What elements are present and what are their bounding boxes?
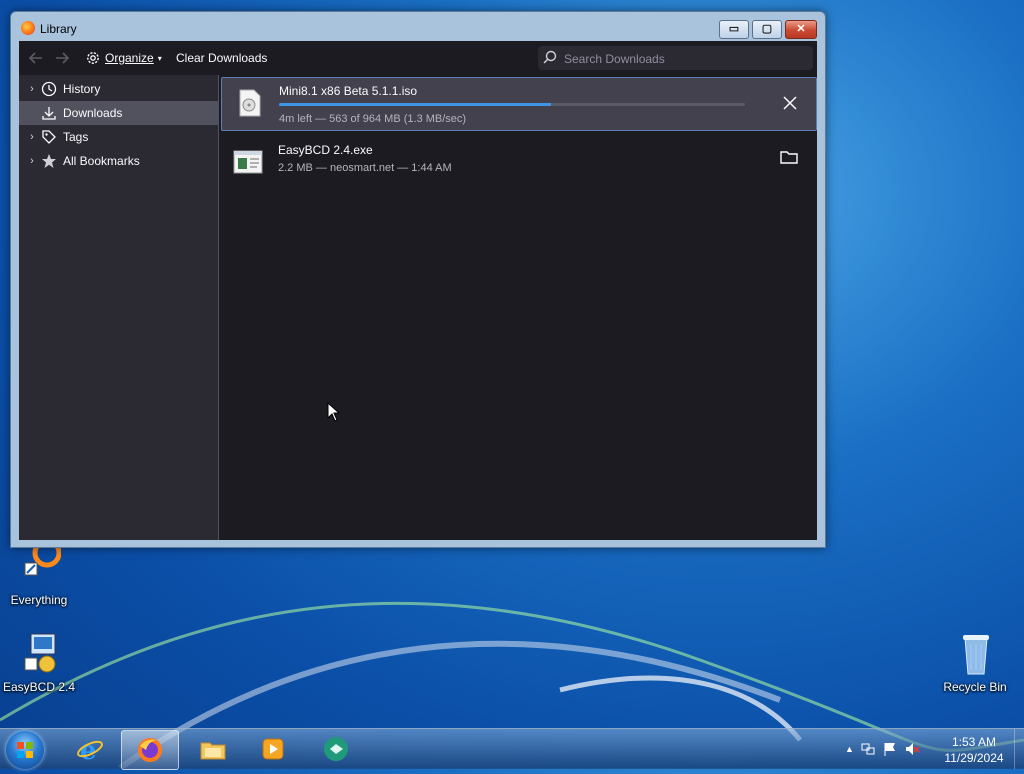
desktop-icon-label: EasyBCD 2.4 (2, 680, 76, 694)
clock-icon (41, 81, 57, 97)
start-button[interactable] (6, 731, 44, 769)
taskbar-app-file-explorer[interactable] (185, 730, 241, 768)
sidebar-item-all-bookmarks[interactable]: › All Bookmarks (19, 149, 218, 173)
arrow-right-icon (56, 52, 70, 64)
network-icon[interactable] (860, 741, 876, 757)
action-center-flag-icon[interactable] (882, 741, 898, 757)
close-button[interactable]: ✕ (785, 20, 817, 39)
search-input[interactable] (562, 46, 806, 72)
organize-label: Organize (105, 51, 154, 65)
taskbar-app-firefox[interactable] (121, 730, 179, 770)
file-explorer-icon (200, 742, 226, 760)
chevron-right-icon[interactable]: › (25, 83, 39, 95)
clear-downloads-button[interactable]: Clear Downloads (176, 51, 267, 65)
sidebar-item-label: All Bookmarks (63, 154, 140, 168)
desktop-icon-everything[interactable]: Everything (0, 538, 79, 607)
download-progress-bar (279, 103, 745, 106)
maximize-icon: ▢ (761, 23, 773, 35)
volume-muted-icon[interactable] (904, 741, 920, 757)
organize-button[interactable]: Organize ▾ (85, 49, 162, 67)
sidebar-item-label: Downloads (63, 106, 123, 120)
download-status: 2.2 MB — neosmart.net — 1:44 AM (278, 162, 452, 174)
taskbar: e ▲ 1:53 AM 11/29/2024 (0, 728, 1024, 770)
download-icon (42, 107, 56, 120)
easybcd-icon (324, 737, 348, 761)
back-button[interactable] (27, 49, 45, 67)
taskbar-app-easybcd[interactable] (308, 730, 364, 768)
download-status: 4m left — 563 of 964 MB (1.3 MB/sec) (279, 113, 467, 125)
taskbar-app-internet-explorer[interactable]: e (62, 730, 118, 768)
tag-icon (42, 130, 56, 144)
search-icon (543, 50, 557, 64)
sidebar-item-downloads[interactable]: Downloads (19, 101, 218, 125)
minimize-icon: ▭ (728, 23, 740, 35)
star-icon (42, 154, 56, 168)
download-progress-fill (279, 103, 552, 106)
clock-time: 1:53 AM (951, 735, 997, 749)
library-client: Organize ▾ Clear Downloads › History Dow… (19, 41, 817, 540)
desktop-icon-easybcd[interactable]: EasyBCD 2.4 (0, 632, 79, 694)
sidebar-item-label: Tags (63, 130, 89, 144)
library-window: Library ▭ ▢ ✕ Organize ▾ Clear Downloads (10, 11, 826, 548)
open-folder-button[interactable] (779, 147, 799, 167)
library-sidebar: › History Downloads › Tags › All Bookmar… (19, 75, 219, 540)
media-player-icon (262, 738, 284, 760)
system-tray: ▲ (845, 739, 920, 759)
search-box[interactable] (538, 46, 813, 72)
exe-file-icon (233, 150, 263, 174)
sidebar-item-history[interactable]: › History (19, 77, 218, 101)
mouse-cursor-icon (327, 402, 341, 422)
recycle-bin-icon (953, 632, 997, 676)
close-icon: ✕ (796, 23, 806, 35)
show-desktop-button[interactable] (1014, 729, 1024, 769)
clock-date: 11/29/2024 (944, 751, 1004, 765)
minimize-button[interactable]: ▭ (719, 20, 749, 39)
folder-icon (780, 151, 798, 164)
library-toolbar: Organize ▾ Clear Downloads (19, 41, 817, 75)
download-item[interactable]: Mini8.1 x86 Beta 5.1.1.iso 4m left — 563… (221, 77, 817, 131)
easybcd-icon (17, 632, 61, 676)
iso-file-icon (239, 89, 261, 117)
chevron-down-icon: ▾ (157, 53, 162, 63)
forward-button[interactable] (53, 49, 71, 67)
maximize-button[interactable]: ▢ (752, 20, 782, 39)
everything-icon (17, 538, 62, 589)
windows-logo-icon (17, 742, 33, 758)
download-filename: Mini8.1 x86 Beta 5.1.1.iso (279, 84, 418, 98)
firefox-icon (138, 738, 162, 762)
cancel-download-button[interactable] (780, 93, 800, 113)
arrow-left-icon (28, 52, 42, 64)
chevron-right-icon[interactable]: › (25, 155, 39, 167)
firefox-icon (21, 21, 35, 35)
window-title: Library (40, 22, 77, 36)
sidebar-item-label: History (63, 82, 101, 96)
desktop-icon-recycle-bin[interactable]: Recycle Bin (935, 632, 1015, 694)
desktop-icon-label: Everything (10, 593, 68, 607)
chevron-right-icon[interactable]: › (25, 131, 39, 143)
taskbar-clock[interactable]: 1:53 AM 11/29/2024 (938, 734, 1010, 766)
svg-text:e: e (80, 736, 97, 763)
desktop-icon-label: Recycle Bin (943, 680, 1007, 694)
internet-explorer-icon: e (77, 736, 103, 763)
close-icon (783, 96, 797, 110)
download-filename: EasyBCD 2.4.exe (278, 143, 373, 157)
download-item[interactable]: EasyBCD 2.4.exe 2.2 MB — neosmart.net — … (221, 137, 815, 189)
sidebar-item-tags[interactable]: › Tags (19, 125, 218, 149)
downloads-list: Mini8.1 x86 Beta 5.1.1.iso 4m left — 563… (219, 75, 817, 540)
gear-icon (87, 52, 99, 64)
window-titlebar[interactable]: Library ▭ ▢ ✕ (11, 12, 825, 42)
taskbar-app-media-player[interactable] (245, 730, 301, 768)
show-hidden-icons-icon[interactable]: ▲ (845, 744, 854, 754)
